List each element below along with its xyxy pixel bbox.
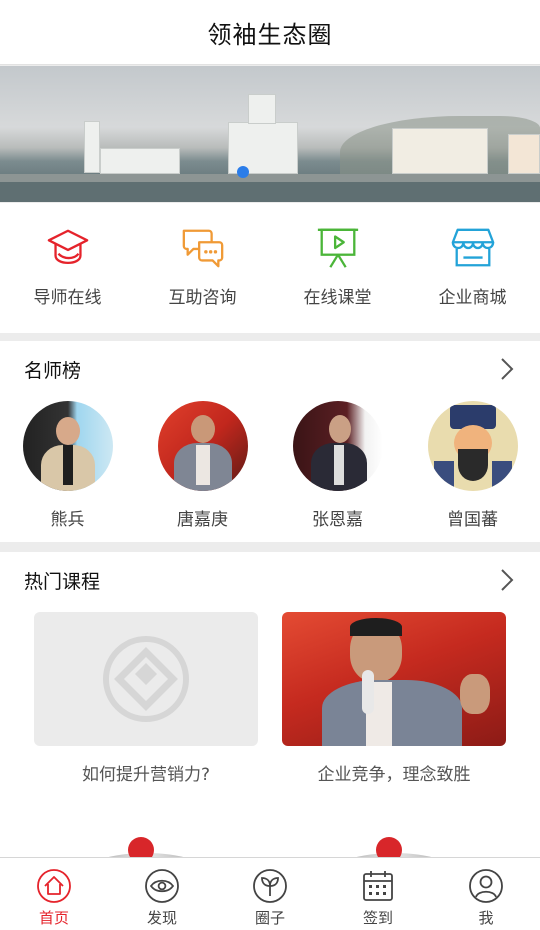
tab-label: 圈子 bbox=[254, 909, 285, 927]
teacher-card[interactable]: 唐嘉庚 bbox=[135, 397, 270, 530]
mortarboard-icon bbox=[47, 229, 88, 264]
section-title: 名师榜 bbox=[24, 359, 82, 382]
home-icon bbox=[37, 869, 71, 903]
sprout-icon bbox=[253, 869, 287, 903]
teacher-name: 曾国蕃 bbox=[447, 510, 498, 530]
chat-bubbles-icon bbox=[182, 229, 223, 268]
courses-section-header[interactable]: 热门课程 bbox=[0, 552, 540, 608]
course-thumbnail bbox=[34, 612, 258, 746]
tab-me[interactable]: 我 bbox=[432, 858, 540, 930]
carousel-indicator-dot[interactable] bbox=[237, 166, 249, 178]
tab-discover[interactable]: 发现 bbox=[108, 858, 216, 930]
course-title: 如何提升营销力? bbox=[81, 765, 211, 785]
course-card[interactable]: 企业竞争，理念致胜 bbox=[282, 612, 506, 785]
quick-link-label: 导师在线 bbox=[33, 288, 102, 308]
course-card[interactable] bbox=[34, 823, 258, 857]
storefront-icon bbox=[451, 228, 494, 267]
course-card[interactable]: 如何提升营销力? bbox=[34, 612, 258, 785]
course-thumbnail bbox=[282, 612, 506, 746]
placeholder-logo-icon bbox=[103, 636, 189, 722]
quick-link-mentor-online[interactable]: 导师在线 bbox=[0, 203, 135, 333]
presentation-screen-icon bbox=[317, 228, 358, 268]
tab-circle[interactable]: 圈子 bbox=[216, 858, 324, 930]
quick-link-mutual-help[interactable]: 互助咨询 bbox=[135, 203, 270, 333]
quick-link-label: 在线课堂 bbox=[303, 288, 372, 308]
quick-link-enterprise-mall[interactable]: 企业商城 bbox=[405, 203, 540, 333]
quick-links: 导师在线 互助咨询 在线课堂 企业商城 bbox=[0, 203, 540, 333]
teacher-card[interactable]: 张恩嘉 bbox=[270, 397, 405, 530]
tab-label: 发现 bbox=[146, 909, 177, 927]
chevron-right-icon[interactable] bbox=[500, 568, 514, 592]
teacher-name: 唐嘉庚 bbox=[177, 510, 228, 530]
course-title: 企业竞争，理念致胜 bbox=[317, 765, 471, 785]
teacher-avatar bbox=[157, 401, 248, 491]
teacher-avatar bbox=[292, 401, 383, 491]
teacher-avatar bbox=[22, 401, 113, 491]
teacher-card[interactable]: 曾国蕃 bbox=[405, 397, 540, 530]
tab-checkin[interactable]: 签到 bbox=[324, 858, 432, 930]
teacher-avatar bbox=[427, 401, 518, 491]
section-title: 热门课程 bbox=[24, 570, 101, 593]
course-thumbnail bbox=[282, 823, 506, 857]
chevron-right-icon[interactable] bbox=[500, 357, 514, 381]
bottom-tab-bar: 首页 发现 圈子 签到 我 bbox=[0, 857, 540, 930]
courses-section: 热门课程 如何提升营销力? 企业竞争，理念致胜 bbox=[0, 552, 540, 857]
calendar-icon bbox=[363, 871, 393, 901]
tab-label: 首页 bbox=[38, 909, 69, 927]
eye-icon bbox=[145, 869, 179, 903]
quick-link-label: 企业商城 bbox=[438, 288, 507, 308]
page-title: 领袖生态圈 bbox=[207, 20, 333, 49]
course-card[interactable] bbox=[282, 823, 506, 857]
teacher-card[interactable]: 熊兵 bbox=[0, 397, 135, 530]
tab-label: 我 bbox=[478, 909, 494, 927]
app-header: 领袖生态圈 bbox=[0, 0, 540, 65]
tab-home[interactable]: 首页 bbox=[0, 858, 108, 930]
teacher-name: 张恩嘉 bbox=[312, 510, 363, 530]
teacher-name: 熊兵 bbox=[50, 510, 85, 530]
teachers-section-header[interactable]: 名师榜 bbox=[0, 341, 540, 397]
tab-label: 签到 bbox=[362, 909, 393, 927]
teachers-section: 名师榜 熊兵 唐嘉庚 张恩嘉 曾国蕃 bbox=[0, 341, 540, 542]
banner-carousel[interactable] bbox=[0, 66, 540, 202]
course-thumbnail bbox=[34, 823, 258, 857]
quick-link-online-class[interactable]: 在线课堂 bbox=[270, 203, 405, 333]
user-icon bbox=[469, 869, 503, 903]
quick-link-label: 互助咨询 bbox=[168, 288, 237, 308]
